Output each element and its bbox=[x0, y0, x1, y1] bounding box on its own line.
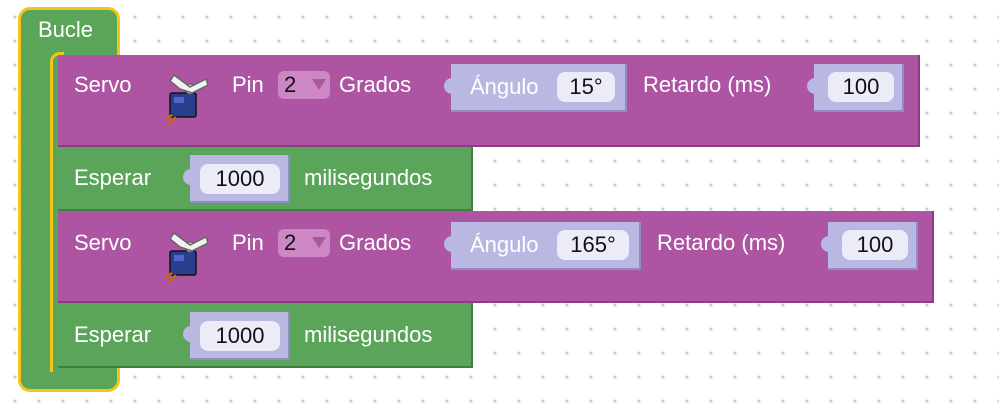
wait-field[interactable]: 1000 bbox=[200, 321, 280, 351]
angle-label: Ángulo bbox=[470, 232, 539, 257]
servo-label: Servo bbox=[74, 230, 132, 255]
angle-input-slot[interactable]: Ángulo 165° bbox=[444, 222, 641, 270]
angle-input-slot[interactable]: Ángulo 15° bbox=[444, 64, 627, 112]
pin-value: 2 bbox=[284, 230, 297, 255]
delay-field[interactable]: 100 bbox=[842, 230, 908, 260]
wait-block[interactable]: Esperar 1000 milisegundos bbox=[58, 303, 473, 368]
pin-label: Pin bbox=[232, 72, 264, 97]
chevron-down-icon bbox=[312, 237, 326, 248]
delay-input-slot[interactable]: 100 bbox=[821, 222, 918, 270]
degrees-label: Grados bbox=[339, 230, 412, 255]
wait-input-slot[interactable]: 1000 bbox=[183, 155, 290, 203]
wait-input-slot[interactable]: 1000 bbox=[183, 312, 290, 360]
wait-block[interactable]: Esperar 1000 milisegundos bbox=[58, 147, 473, 211]
pin-dropdown[interactable]: 2 bbox=[278, 229, 330, 257]
servo-block[interactable]: Servo Pin 2 Grados Ángulo 165° Retardo (… bbox=[58, 211, 934, 303]
chevron-down-icon bbox=[312, 79, 326, 90]
servo-block[interactable]: Servo Pin 2 Grados Ángulo 15° Retardo (m… bbox=[58, 55, 920, 147]
wait-label: Esperar bbox=[74, 165, 152, 190]
wait-label: Esperar bbox=[74, 322, 152, 347]
degrees-label: Grados bbox=[339, 72, 412, 97]
delay-input-slot[interactable]: 100 bbox=[807, 64, 904, 112]
servo-motor-icon bbox=[165, 73, 209, 126]
angle-label: Ángulo bbox=[470, 74, 539, 99]
loop-block-footer bbox=[18, 368, 120, 392]
servo-motor-icon bbox=[165, 231, 209, 284]
milliseconds-label: milisegundos bbox=[304, 322, 433, 347]
delay-field[interactable]: 100 bbox=[828, 72, 894, 102]
angle-field[interactable]: 165° bbox=[557, 230, 629, 260]
delay-label: Retardo (ms) bbox=[657, 230, 786, 255]
blocks-workspace[interactable]: Bucle Servo Pin 2 Grados Ángulo 15° Reta… bbox=[0, 0, 999, 419]
angle-field[interactable]: 15° bbox=[557, 72, 615, 102]
pin-label: Pin bbox=[232, 230, 264, 255]
delay-label: Retardo (ms) bbox=[643, 72, 772, 97]
pin-value: 2 bbox=[284, 72, 297, 97]
loop-label: Bucle bbox=[38, 17, 94, 42]
wait-field[interactable]: 1000 bbox=[200, 164, 280, 194]
milliseconds-label: milisegundos bbox=[304, 165, 433, 190]
servo-label: Servo bbox=[74, 72, 132, 97]
pin-dropdown[interactable]: 2 bbox=[278, 71, 330, 99]
